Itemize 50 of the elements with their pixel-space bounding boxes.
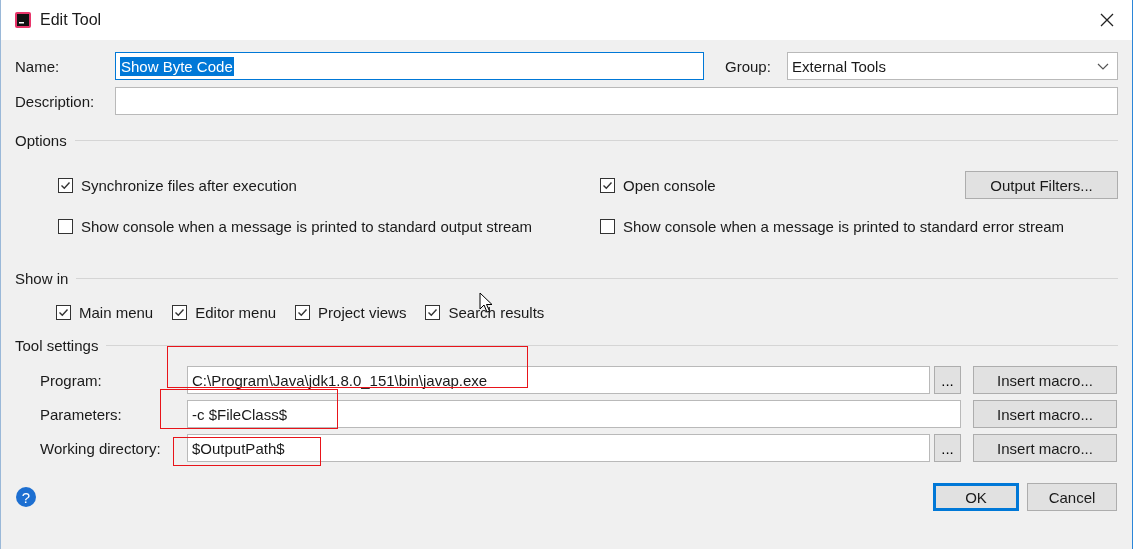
field-label: Description: bbox=[15, 92, 96, 110]
checkbox-label: Synchronize files after execution bbox=[81, 176, 297, 194]
field-label: Working directory: bbox=[40, 439, 162, 457]
checkbox-label: Editor menu bbox=[195, 304, 277, 321]
checkbox[interactable] bbox=[425, 305, 441, 320]
checkmark-icon bbox=[60, 179, 71, 191]
insert-macro-button[interactable]: Insert macro... bbox=[973, 434, 1117, 462]
browse-button[interactable]: ... bbox=[934, 434, 961, 462]
section-heading: Show in bbox=[15, 269, 69, 287]
section-heading: Tool settings bbox=[15, 336, 99, 354]
checkbox-label: Show console when a message is printed to standard error stream bbox=[623, 218, 1065, 235]
dialog-button[interactable]: OK bbox=[933, 483, 1019, 511]
checkmark-icon bbox=[58, 307, 69, 318]
checkmark-icon bbox=[297, 307, 309, 318]
checkbox-label: Project views bbox=[318, 304, 407, 321]
group-dropdown[interactable]: External Tools bbox=[787, 52, 1118, 80]
window-title: Edit Tool bbox=[40, 11, 102, 29]
checkbox-label: Show console when a message is printed to standard output stream bbox=[81, 218, 533, 235]
checkmark-icon bbox=[427, 307, 439, 318]
output-filters-button[interactable]: Output Filters... bbox=[965, 171, 1118, 199]
field-label: Name: bbox=[15, 57, 61, 75]
input-field[interactable]: C:\Program\Java\jdk1.8.0_151\bin\javap.exe bbox=[187, 366, 930, 394]
checkbox-label: Open console bbox=[623, 176, 716, 194]
checkbox[interactable] bbox=[58, 177, 73, 193]
input-field[interactable]: -c $FileClass$ bbox=[187, 400, 961, 428]
field-label: Group: bbox=[725, 57, 772, 75]
checkbox[interactable] bbox=[56, 305, 71, 320]
checkmark-icon bbox=[174, 307, 186, 318]
name-field[interactable]: Show Byte Code bbox=[115, 52, 704, 80]
checkbox[interactable] bbox=[172, 305, 188, 320]
section-heading: Options bbox=[15, 131, 67, 149]
checkmark-icon bbox=[602, 179, 613, 191]
insert-macro-button[interactable]: Insert macro... bbox=[973, 366, 1117, 394]
help-button[interactable]: ? bbox=[16, 487, 36, 507]
checkbox[interactable] bbox=[600, 177, 615, 193]
checkbox[interactable] bbox=[600, 219, 615, 234]
chevron-down-icon bbox=[1097, 62, 1109, 70]
browse-button[interactable]: ... bbox=[934, 366, 961, 394]
checkbox[interactable] bbox=[58, 219, 73, 234]
app-icon bbox=[14, 11, 32, 29]
field-label: Program: bbox=[40, 371, 103, 389]
checkbox[interactable] bbox=[295, 305, 311, 320]
input-field[interactable]: $OutputPath$ bbox=[187, 434, 930, 462]
insert-macro-button[interactable]: Insert macro... bbox=[973, 400, 1117, 428]
close-icon[interactable] bbox=[1100, 13, 1114, 27]
dialog-button[interactable]: Cancel bbox=[1027, 483, 1117, 511]
field-label: Parameters: bbox=[40, 405, 123, 423]
checkbox-label: Main menu bbox=[79, 304, 154, 321]
description-field[interactable] bbox=[115, 87, 1118, 115]
checkbox-label: Search results bbox=[448, 304, 545, 321]
